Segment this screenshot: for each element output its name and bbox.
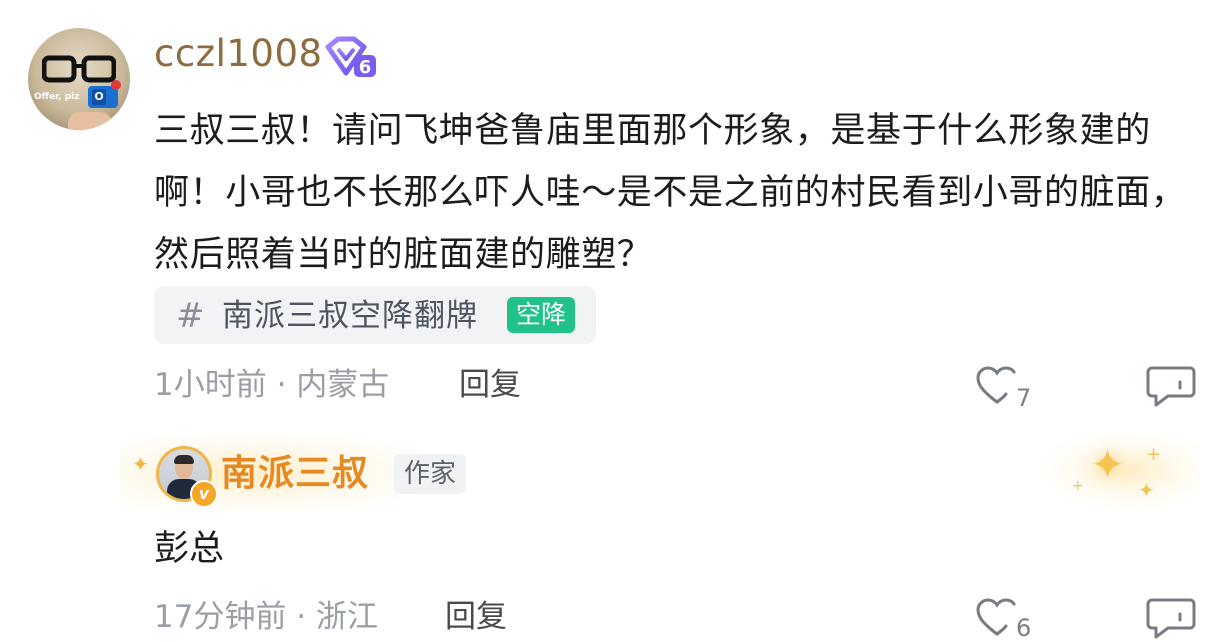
author-username[interactable]: 南派三叔: [221, 449, 369, 499]
author-avatar[interactable]: v: [156, 446, 218, 508]
verified-v-icon: v: [190, 480, 218, 508]
sparkle-icon: ✦: [132, 452, 149, 476]
author-role-badge: 作家: [394, 454, 466, 494]
level-number: 6: [359, 57, 372, 78]
username[interactable]: cczl1008: [154, 30, 323, 78]
avatar-caption: Offer, plz: [34, 92, 80, 102]
like-heart-icon[interactable]: [975, 366, 1019, 406]
like-count: 7: [1016, 384, 1032, 412]
comment-text: 彭总: [154, 529, 225, 569]
sparkle-icon: ✦: [1138, 478, 1155, 502]
hand-graphic: [68, 112, 112, 130]
sparkle-icon: ✦: [1090, 440, 1126, 489]
sparkle-icon: +: [1146, 444, 1162, 465]
reply-button[interactable]: 回复: [445, 594, 507, 640]
comment-bubble-icon[interactable]: [1146, 596, 1196, 640]
hashtag-icon: #: [176, 296, 205, 336]
notification-dot-icon: [111, 80, 121, 90]
avatar[interactable]: Offer, plz O: [28, 28, 130, 130]
level-badge-icon: 6: [325, 36, 376, 78]
comment-text: 三叔三叔！请问飞坤爸鲁庙里面那个形象，是基于什么形象建的啊！小哥也不长那么吓人哇…: [154, 111, 1187, 275]
outlook-o-icon: O: [92, 89, 106, 105]
glasses-graphic: [42, 55, 116, 83]
like-heart-icon[interactable]: [975, 598, 1019, 638]
topic-label[interactable]: 南派三叔空降翻牌: [222, 292, 478, 340]
comment-meta: 1小时前 · 内蒙古: [154, 367, 390, 403]
sparkle-icon: +: [1072, 478, 1084, 494]
topic-tag-badge: 空降: [507, 297, 575, 333]
like-count: 6: [1016, 614, 1032, 642]
reply-button[interactable]: 回复: [459, 362, 521, 408]
comment-bubble-icon[interactable]: [1146, 364, 1196, 408]
comment-meta: 17分钟前 · 浙江: [154, 599, 379, 635]
